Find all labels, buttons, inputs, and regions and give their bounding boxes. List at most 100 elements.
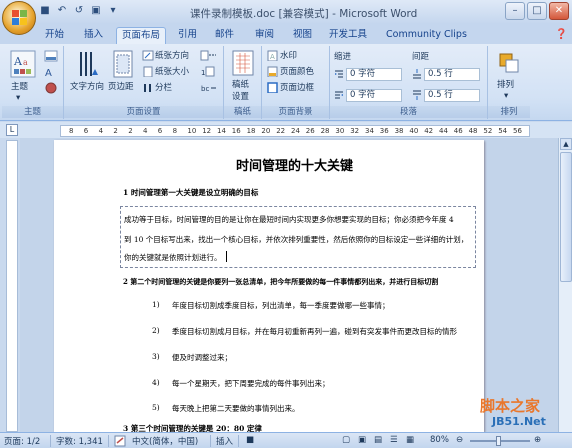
watermark-icon[interactable]: A xyxy=(267,50,279,61)
line-numbers-icon[interactable]: 1 xyxy=(200,66,218,77)
ruler-number: 36 xyxy=(379,127,389,135)
tab-references[interactable]: 引用 xyxy=(178,27,197,44)
page-borders-icon[interactable] xyxy=(267,82,279,93)
spacing-before-icon xyxy=(413,69,421,79)
insert-mode[interactable]: 插入 xyxy=(216,435,233,447)
tab-home[interactable]: 开始 xyxy=(45,27,64,44)
list-item-2-number: 2) xyxy=(152,326,160,335)
theme-colors-icon[interactable] xyxy=(44,50,58,62)
arrange-icon[interactable] xyxy=(498,52,520,74)
page-count[interactable]: 页面: 1/2 xyxy=(4,435,40,447)
tab-community-clips[interactable]: Community Clips xyxy=(386,27,467,44)
tab-page-layout[interactable]: 页面布局 xyxy=(116,27,167,44)
themes-icon[interactable]: A a xyxy=(10,50,36,78)
heading-1: 1 时间管理第一大关键是设立明确的目标 xyxy=(123,188,259,197)
ruler-number: 6 xyxy=(83,127,89,135)
svg-text:bc: bc xyxy=(201,85,209,93)
site-watermark: 脚本之家 JB51.Net xyxy=(474,393,570,433)
close-button[interactable]: ✕ xyxy=(549,2,569,20)
word-count[interactable]: 字数: 1,341 xyxy=(56,435,103,447)
title-bar: ■ ↶ ↺ ▣ ▾ 课件录制模板.doc [兼容模式] - Microsoft … xyxy=(0,0,572,24)
zoom-out-icon[interactable]: ⊖ xyxy=(456,435,463,445)
save-icon[interactable]: ■ xyxy=(38,4,52,18)
size-icon[interactable] xyxy=(142,66,154,77)
minimize-button[interactable]: – xyxy=(505,2,525,20)
spacing-after-icon xyxy=(413,90,421,100)
vertical-ruler[interactable] xyxy=(6,140,18,432)
text-direction-button[interactable]: 文字方向 xyxy=(70,81,104,93)
scroll-thumb[interactable] xyxy=(560,152,572,282)
ruler-number: 28 xyxy=(320,127,330,135)
size-button[interactable]: 纸张大小 xyxy=(155,66,189,78)
tab-insert[interactable]: 插入 xyxy=(84,27,103,44)
list-item-4-number: 4) xyxy=(152,378,160,387)
list-item-1-text: 年度目标切割成季度目标，列出清单，每一季度要做哪一些事情； xyxy=(172,301,390,310)
spacing-before-input[interactable]: 0.5 行 xyxy=(424,68,480,81)
scroll-up-button[interactable]: ▲ xyxy=(560,138,572,150)
page-color-button[interactable]: 页面颜色 xyxy=(280,66,314,78)
watermark-line-2: JB51.Net xyxy=(492,415,546,428)
margins-icon[interactable] xyxy=(112,49,134,79)
theme-effects-icon[interactable] xyxy=(44,82,58,94)
tab-selector[interactable]: L xyxy=(6,124,18,136)
hyphenation-icon[interactable]: bc xyxy=(200,82,218,93)
proofing-icon[interactable] xyxy=(114,435,126,447)
orientation-button[interactable]: 纸张方向 xyxy=(155,50,189,62)
ruler-number: 40 xyxy=(409,127,419,135)
ruler-number: 44 xyxy=(439,127,448,135)
outline-view-icon[interactable]: ☰ xyxy=(390,435,398,445)
draft-paper-label-1[interactable]: 稿纸 xyxy=(232,79,249,91)
indent-left-input[interactable]: 0 字符 xyxy=(346,68,402,81)
orientation-icon[interactable] xyxy=(142,50,154,61)
office-button[interactable] xyxy=(2,1,36,35)
tab-review[interactable]: 审阅 xyxy=(255,27,274,44)
zoom-slider-thumb[interactable] xyxy=(496,436,501,446)
ruler-number: 8 xyxy=(172,127,178,135)
customize-qat-icon[interactable]: ▾ xyxy=(106,4,120,18)
tab-developer[interactable]: 开发工具 xyxy=(329,27,367,44)
ruler-number: 32 xyxy=(350,127,360,135)
web-layout-view-icon[interactable]: ▤ xyxy=(374,435,382,445)
list-item-3-number: 3) xyxy=(152,352,160,361)
undo-icon[interactable]: ↶ xyxy=(55,4,69,18)
list-item-2-text: 季度目标切割成月目标，并在每月初重新再列一遍，碰到有突发事件而更改目标的情形 xyxy=(172,327,457,336)
ruler-number: 18 xyxy=(246,127,256,135)
print-layout-view-icon[interactable]: ▢ xyxy=(342,435,350,445)
breaks-icon[interactable] xyxy=(200,50,218,61)
redo-icon[interactable]: ↺ xyxy=(72,4,86,18)
theme-fonts-icon[interactable]: A xyxy=(44,66,58,78)
tab-mailings[interactable]: 邮件 xyxy=(215,27,234,44)
help-icon[interactable]: ❓ xyxy=(555,27,567,44)
page-borders-button[interactable]: 页面边框 xyxy=(280,82,314,94)
ruler-number: 4 xyxy=(98,127,104,135)
arrange-dropdown-icon[interactable]: ▾ xyxy=(504,90,508,102)
full-screen-view-icon[interactable]: ▣ xyxy=(358,435,366,445)
watermark-button[interactable]: 水印 xyxy=(280,50,297,62)
macro-record-icon[interactable]: ■ xyxy=(246,435,254,445)
print-preview-icon[interactable]: ▣ xyxy=(89,4,103,18)
horizontal-ruler[interactable]: 8 6 4 2 2 4 6 8 10 12 14 16 18 20 22 24 26 28 30 32 34 36 38 40… xyxy=(60,125,530,137)
tab-view[interactable]: 视图 xyxy=(293,27,312,44)
draft-paper-label-2[interactable]: 设置 xyxy=(232,91,249,103)
svg-text:1: 1 xyxy=(201,69,205,77)
themes-dropdown-icon[interactable]: ▾ xyxy=(16,92,20,104)
zoom-level[interactable]: 80% xyxy=(430,435,449,445)
margins-button[interactable]: 页边距 xyxy=(108,81,134,93)
maximize-button[interactable]: □ xyxy=(527,2,547,20)
ribbon: A a 主题 ▾ A 主题 文字方向 页边距 纸张方向 纸张大小 分栏 1 bc… xyxy=(0,44,572,121)
svg-text:A: A xyxy=(270,53,275,61)
page-color-icon[interactable] xyxy=(267,66,279,77)
text-direction-icon[interactable] xyxy=(76,49,100,79)
ruler-number: 22 xyxy=(276,127,286,135)
columns-button[interactable]: 分栏 xyxy=(155,82,172,94)
zoom-in-icon[interactable]: ⊕ xyxy=(534,435,541,445)
ruler-number: 12 xyxy=(202,127,212,135)
language-indicator[interactable]: 中文(简体，中国) xyxy=(132,435,198,447)
draft-view-icon[interactable]: ▦ xyxy=(406,435,414,445)
indent-left-icon xyxy=(335,70,343,78)
vertical-scrollbar[interactable]: ▲ xyxy=(558,138,572,432)
indent-right-input[interactable]: 0 字符 xyxy=(346,89,402,102)
columns-icon[interactable] xyxy=(142,82,154,93)
draft-paper-icon[interactable] xyxy=(231,49,255,77)
spacing-after-input[interactable]: 0.5 行 xyxy=(424,89,480,102)
